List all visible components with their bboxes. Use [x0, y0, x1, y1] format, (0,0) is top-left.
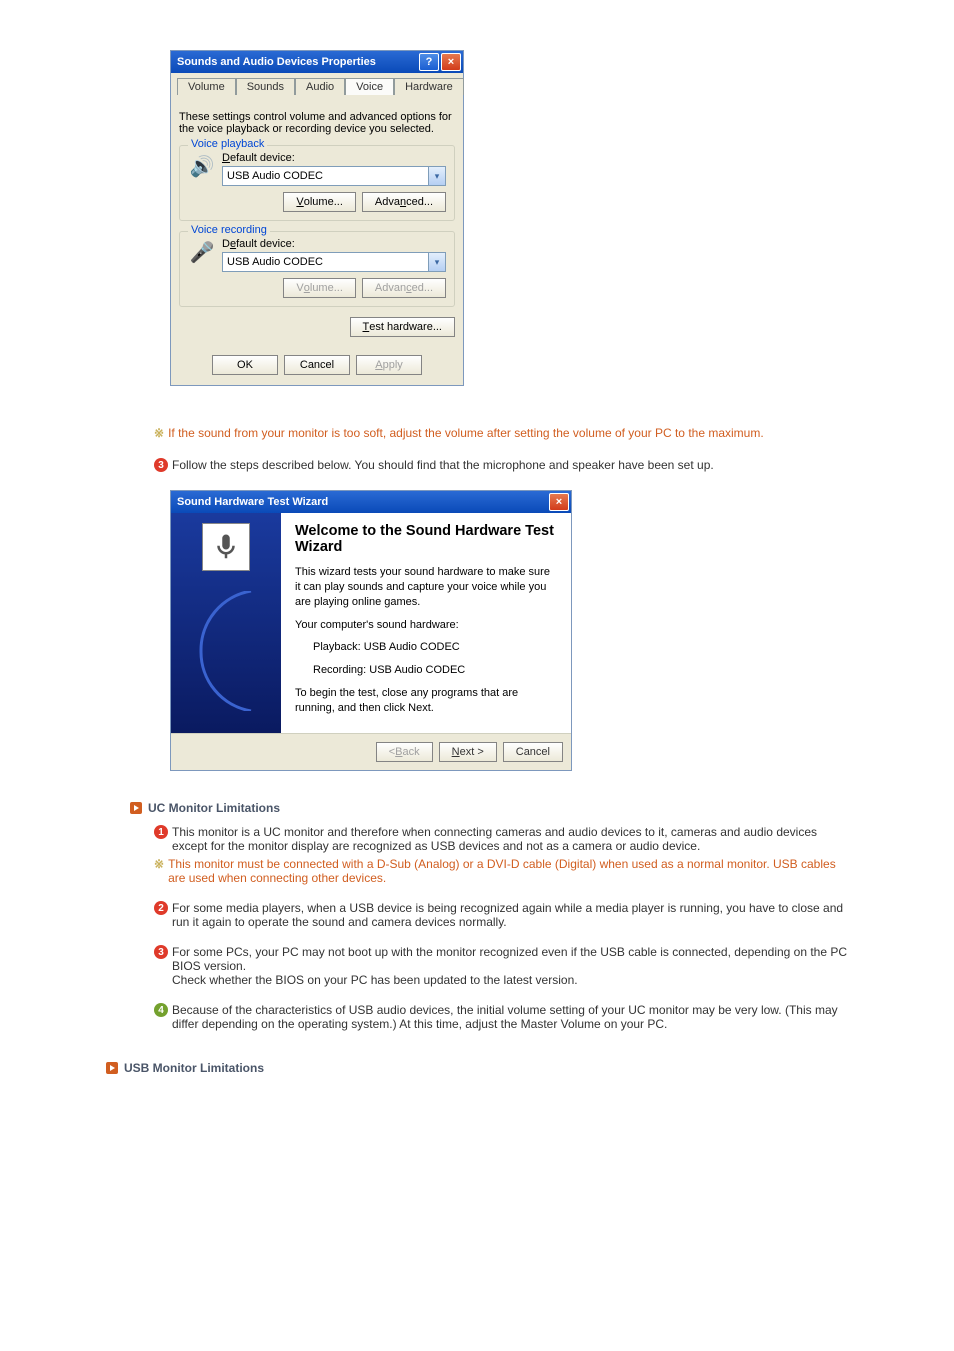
- playback-device-value[interactable]: USB Audio CODEC: [222, 166, 429, 186]
- dialog-description: These settings control volume and advanc…: [179, 111, 455, 135]
- chevron-down-icon[interactable]: ▾: [429, 252, 446, 272]
- wizard-p1: This wizard tests your sound hardware to…: [295, 565, 557, 610]
- dialog-titlebar[interactable]: Sounds and Audio Devices Properties ? ×: [171, 51, 463, 73]
- wizard-titlebar[interactable]: Sound Hardware Test Wizard ×: [171, 491, 571, 513]
- recording-volume-button[interactable]: Volume...: [283, 278, 355, 298]
- tab-hardware[interactable]: Hardware: [394, 78, 464, 95]
- tab-audio[interactable]: Audio: [295, 78, 345, 95]
- soft-sound-note: If the sound from your monitor is too so…: [168, 426, 854, 440]
- speaker-icon: 🔊: [188, 152, 216, 180]
- chevron-down-icon[interactable]: ▾: [429, 166, 446, 186]
- section-arrow-icon: [130, 802, 142, 814]
- bullet-2-marker: 2: [154, 901, 168, 915]
- voice-recording-legend: Voice recording: [188, 224, 270, 236]
- tab-sounds[interactable]: Sounds: [236, 78, 295, 95]
- wizard-title: Sound Hardware Test Wizard: [177, 496, 328, 508]
- voice-playback-group: Voice playback 🔊 Default device: USB Aud…: [179, 145, 455, 221]
- uc-star-note: This monitor must be connected with a D-…: [168, 857, 854, 885]
- playback-default-label: Default device:: [222, 152, 446, 164]
- voice-recording-group: Voice recording 🎤 Default device: USB Au…: [179, 231, 455, 307]
- apply-button[interactable]: Apply: [356, 355, 422, 375]
- microphone-banner-icon: [202, 523, 250, 571]
- wizard-p2: Your computer's sound hardware:: [295, 618, 557, 633]
- wizard-p3: To begin the test, close any programs th…: [295, 686, 557, 716]
- uc-point-3a: For some PCs, your PC may not boot up wi…: [172, 945, 847, 973]
- bullet-1-marker: 1: [154, 825, 168, 839]
- step-3-text: Follow the steps described below. You sh…: [172, 458, 854, 472]
- tab-voice[interactable]: Voice: [345, 78, 394, 95]
- voice-playback-legend: Voice playback: [188, 138, 267, 150]
- dialog-title: Sounds and Audio Devices Properties: [177, 56, 376, 68]
- uc-limitations-heading: UC Monitor Limitations: [130, 801, 854, 815]
- uc-point-3b: Check whether the BIOS on your PC has be…: [172, 973, 578, 987]
- recording-default-label: Default device:: [222, 238, 446, 250]
- help-button[interactable]: ?: [419, 53, 439, 71]
- banner-curve-icon: [191, 591, 261, 711]
- wizard-cancel-button[interactable]: Cancel: [503, 742, 563, 762]
- wizard-heading: Welcome to the Sound Hardware Test Wizar…: [295, 523, 557, 555]
- note-star-icon: ※: [154, 426, 164, 440]
- microphone-icon: 🎤: [188, 238, 216, 266]
- sounds-audio-dialog: Sounds and Audio Devices Properties ? × …: [170, 50, 464, 386]
- recording-advanced-button[interactable]: Advanced...: [362, 278, 446, 298]
- wizard-close-button[interactable]: ×: [549, 493, 569, 511]
- wizard-banner: [171, 513, 281, 733]
- test-hardware-button[interactable]: Test hardware...: [350, 317, 456, 337]
- playback-volume-button[interactable]: Volume...: [283, 192, 355, 212]
- section-arrow-icon: [106, 1062, 118, 1074]
- tab-row: Volume Sounds Audio Voice Hardware: [171, 73, 463, 94]
- usb-limitations-heading: USB Monitor Limitations: [106, 1061, 854, 1075]
- cancel-button[interactable]: Cancel: [284, 355, 350, 375]
- bullet-4-marker: 4: [154, 1003, 168, 1017]
- recording-device-value[interactable]: USB Audio CODEC: [222, 252, 429, 272]
- bullet-3-marker: 3: [154, 945, 168, 959]
- wizard-next-button[interactable]: Next >: [439, 742, 497, 762]
- uc-point-4: Because of the characteristics of USB au…: [172, 1003, 854, 1031]
- playback-advanced-button[interactable]: Advanced...: [362, 192, 446, 212]
- wizard-back-button[interactable]: < Back: [376, 742, 433, 762]
- ok-button[interactable]: OK: [212, 355, 278, 375]
- step-3-marker: 3: [154, 458, 168, 472]
- wizard-recording-line: Recording: USB Audio CODEC: [313, 663, 557, 678]
- uc-point-2: For some media players, when a USB devic…: [172, 901, 854, 929]
- close-button[interactable]: ×: [441, 53, 461, 71]
- wizard-playback-line: Playback: USB Audio CODEC: [313, 640, 557, 655]
- sound-test-wizard-dialog: Sound Hardware Test Wizard × Welcome to …: [170, 490, 572, 771]
- uc-point-1: This monitor is a UC monitor and therefo…: [172, 825, 854, 853]
- note-star-icon: ※: [154, 857, 164, 871]
- tab-volume[interactable]: Volume: [177, 78, 236, 95]
